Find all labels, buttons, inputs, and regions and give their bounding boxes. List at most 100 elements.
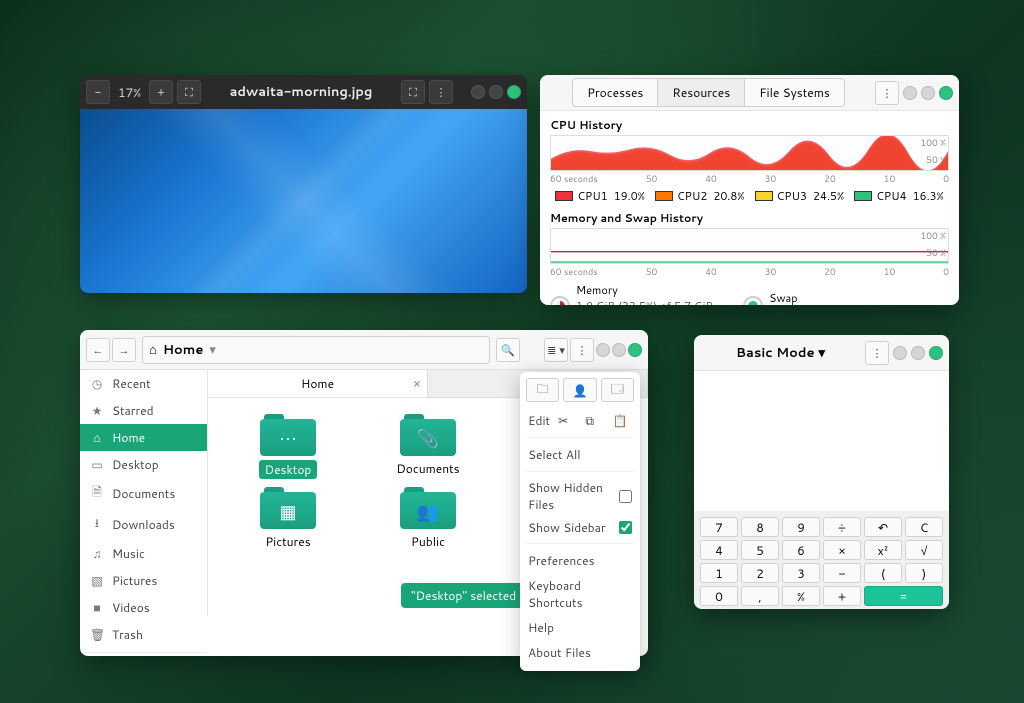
sidebar-item-home[interactable]: ⌂Home xyxy=(80,424,207,451)
copy-button[interactable]: ⧉ xyxy=(585,412,606,429)
cpu-history-title: CPU History xyxy=(550,117,949,133)
menu-about[interactable]: About Files xyxy=(526,640,634,665)
tab-processes[interactable]: Processes xyxy=(572,78,658,107)
key-1[interactable]: 1 xyxy=(700,563,738,583)
zoom-fit-button[interactable]: ⛶ xyxy=(177,80,201,104)
cpu-legend-item: CPU4 16.3% xyxy=(854,188,944,204)
minimize-button[interactable] xyxy=(893,346,907,360)
maximize-button[interactable] xyxy=(921,86,935,100)
key-equals[interactable]: = xyxy=(864,586,943,606)
sidebar-item-downloads[interactable]: ⭳Downloads xyxy=(80,509,207,540)
cut-button[interactable]: ✂ xyxy=(558,412,579,429)
calculator-window: Basic Mode▾ ⋮ 789÷↶C 456×x²√ 123−() 0,%+= xyxy=(694,335,949,609)
key-0[interactable]: 0 xyxy=(700,586,738,606)
mem-history-title: Memory and Swap History xyxy=(550,210,949,226)
menu-button[interactable]: ⋮ xyxy=(429,80,453,104)
breadcrumb-home: Home xyxy=(163,341,204,359)
sidebar-item-recent[interactable]: ◷Recent xyxy=(80,370,207,397)
close-button[interactable] xyxy=(507,85,521,99)
breadcrumb[interactable]: ⌂ Home ▾ xyxy=(142,336,490,364)
key-×[interactable]: × xyxy=(823,540,861,560)
menu-button[interactable]: ⋮ xyxy=(865,341,889,365)
mem-ticks: 60 seconds50403020100 xyxy=(550,265,949,278)
folder-desktop[interactable]: ⋯Desktop xyxy=(228,414,348,479)
close-button[interactable] xyxy=(939,86,953,100)
add-bookmark-button[interactable]: 👤 xyxy=(563,378,596,402)
key-9[interactable]: 9 xyxy=(782,517,820,537)
key-C[interactable]: C xyxy=(905,517,943,537)
menu-help[interactable]: Help xyxy=(526,615,634,640)
key-([interactable]: ( xyxy=(864,563,902,583)
tab-resources[interactable]: Resources xyxy=(658,78,745,107)
zoom-in-button[interactable]: + xyxy=(149,80,173,104)
zoom-out-button[interactable]: − xyxy=(86,80,110,104)
new-folder-button[interactable]: 🗀 xyxy=(526,378,559,402)
key-3[interactable]: 3 xyxy=(782,563,820,583)
maximize-button[interactable] xyxy=(612,343,626,357)
minimize-button[interactable] xyxy=(471,85,485,99)
key-x²[interactable]: x² xyxy=(864,540,902,560)
key-4[interactable]: 4 xyxy=(700,540,738,560)
files-tab[interactable]: Home× xyxy=(208,370,428,397)
home-icon: ⌂ xyxy=(149,341,157,359)
folder-pictures[interactable]: ▦Pictures xyxy=(228,487,348,550)
fullscreen-button[interactable]: ⛶ xyxy=(401,80,425,104)
menu-preferences[interactable]: Preferences xyxy=(526,548,634,573)
maximize-button[interactable] xyxy=(911,346,925,360)
view-list-button[interactable]: ≣ ▾ xyxy=(544,338,568,362)
sidebar-item-pictures[interactable]: ▧Pictures xyxy=(80,567,207,594)
folder-icon: 👥 xyxy=(400,487,456,529)
folder-public[interactable]: 👥Public xyxy=(368,487,488,550)
key-%[interactable]: % xyxy=(782,586,820,606)
cpu-ticks: 60 seconds50403020100 xyxy=(550,172,949,185)
calc-titlebar: Basic Mode▾ ⋮ xyxy=(694,335,949,371)
close-tab-icon[interactable]: × xyxy=(413,375,421,393)
menu-button[interactable]: ⋮ xyxy=(875,81,899,105)
key-−[interactable]: − xyxy=(823,563,861,583)
key-)[interactable]: ) xyxy=(905,563,943,583)
sysmon-tabs: Processes Resources File Systems xyxy=(546,78,871,107)
menu-show-hidden[interactable]: Show Hidden Files xyxy=(526,476,634,516)
key-+[interactable]: + xyxy=(823,586,861,606)
key-7[interactable]: 7 xyxy=(700,517,738,537)
minimize-button[interactable] xyxy=(596,343,610,357)
tab-filesystems[interactable]: File Systems xyxy=(745,78,845,107)
key-÷[interactable]: ÷ xyxy=(823,517,861,537)
menu-shortcuts[interactable]: Keyboard Shortcuts xyxy=(526,573,634,615)
files-titlebar: ← → ⌂ Home ▾ 🔍 ≣ ▾ ⋮ xyxy=(80,330,648,370)
maximize-button[interactable] xyxy=(489,85,503,99)
menu-button[interactable]: ⋮ xyxy=(570,338,594,362)
minimize-button[interactable] xyxy=(903,86,917,100)
key-,[interactable]: , xyxy=(741,586,779,606)
key-√[interactable]: √ xyxy=(905,540,943,560)
folder-documents[interactable]: 📎Documents xyxy=(368,414,488,479)
sidebar-item-documents[interactable]: 🗎Documents xyxy=(80,478,207,509)
key-6[interactable]: 6 xyxy=(782,540,820,560)
sidebar-item-music[interactable]: ♫Music xyxy=(80,540,207,567)
back-button[interactable]: ← xyxy=(86,338,110,362)
sidebar-item-videos[interactable]: ■Videos xyxy=(80,594,207,621)
menu-show-sidebar[interactable]: Show Sidebar xyxy=(526,516,634,539)
image-viewer-titlebar: − 17% + ⛶ adwaita-morning.jpg ⛶ ⋮ xyxy=(80,75,527,109)
sidebar-icon: 🗎 xyxy=(90,483,104,504)
close-button[interactable] xyxy=(929,346,943,360)
sidebar-icon: ⌂ xyxy=(90,429,104,446)
menu-select-all[interactable]: Select All xyxy=(526,442,634,467)
forward-button[interactable]: → xyxy=(112,338,136,362)
paste-button[interactable]: 📋 xyxy=(613,412,634,429)
sidebar-item-other-locations[interactable]: +Other Locations xyxy=(80,652,207,656)
search-button[interactable]: 🔍 xyxy=(496,338,520,362)
key-↶[interactable]: ↶ xyxy=(864,517,902,537)
calc-display[interactable] xyxy=(694,371,949,511)
key-2[interactable]: 2 xyxy=(741,563,779,583)
sidebar-item-trash[interactable]: 🗑Trash xyxy=(80,621,207,648)
key-5[interactable]: 5 xyxy=(741,540,779,560)
close-button[interactable] xyxy=(628,343,642,357)
calc-mode-button[interactable]: Basic Mode▾ xyxy=(700,344,861,362)
chevron-down-icon: ▾ xyxy=(819,344,826,362)
new-tab-button[interactable]: 🗔 xyxy=(601,378,634,402)
key-8[interactable]: 8 xyxy=(741,517,779,537)
sidebar-item-starred[interactable]: ★Starred xyxy=(80,397,207,424)
sidebar-icon: ⭳ xyxy=(90,514,104,535)
sidebar-item-desktop[interactable]: ▭Desktop xyxy=(80,451,207,478)
